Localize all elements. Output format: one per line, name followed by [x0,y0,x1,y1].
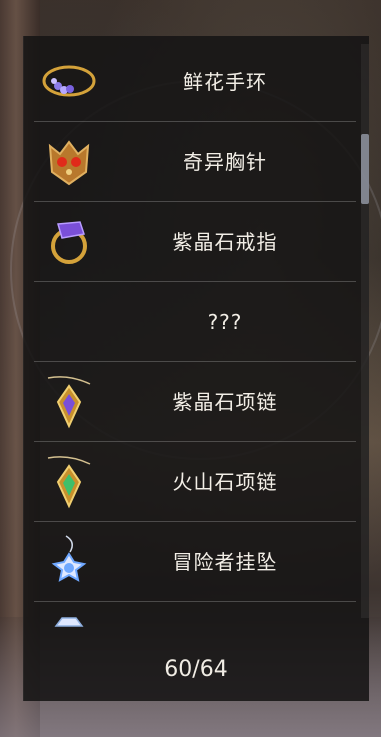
list-item[interactable]: 冒险者挂坠 [34,522,356,602]
list-item[interactable]: 奇异胸针 [34,122,356,202]
list-item[interactable]: 鲜花手环 [34,42,356,122]
item-label: 紫晶石戒指 [172,230,278,254]
adventurer-pendant-icon [51,535,87,582]
list-item[interactable]: 火山石项链 [34,442,356,522]
item-label: 奇异胸针 [183,150,267,174]
item-label: 鲜花手环 [183,70,267,94]
flower-bracelet-icon [42,65,96,97]
item-list[interactable]: 鲜花手环 奇异胸针 紫晶石戒指 ??? 紫晶石项链 火山石项链 冒险者挂坠 [34,42,356,638]
list-item[interactable]: ??? [34,282,356,362]
item-label [94,602,356,638]
amethyst-necklace-icon [47,376,91,429]
item-label: 火山石项链 [172,470,278,494]
scrollbar[interactable] [361,44,369,618]
list-item[interactable]: 紫晶石戒指 [34,202,356,282]
volcanic-stone-necklace-icon [47,456,91,509]
scroll-thumb[interactable] [361,134,369,204]
item-label: ??? [207,310,243,334]
item-label: 紫晶石项链 [172,390,278,414]
collection-progress: 60/64 [164,657,228,682]
list-item[interactable]: 紫晶石项链 [34,362,356,442]
partial-item-icon [54,617,84,627]
list-item[interactable] [34,602,356,638]
strange-brooch-icon [48,140,90,186]
amethyst-ring-icon [51,221,87,264]
item-label: 冒险者挂坠 [172,550,278,574]
